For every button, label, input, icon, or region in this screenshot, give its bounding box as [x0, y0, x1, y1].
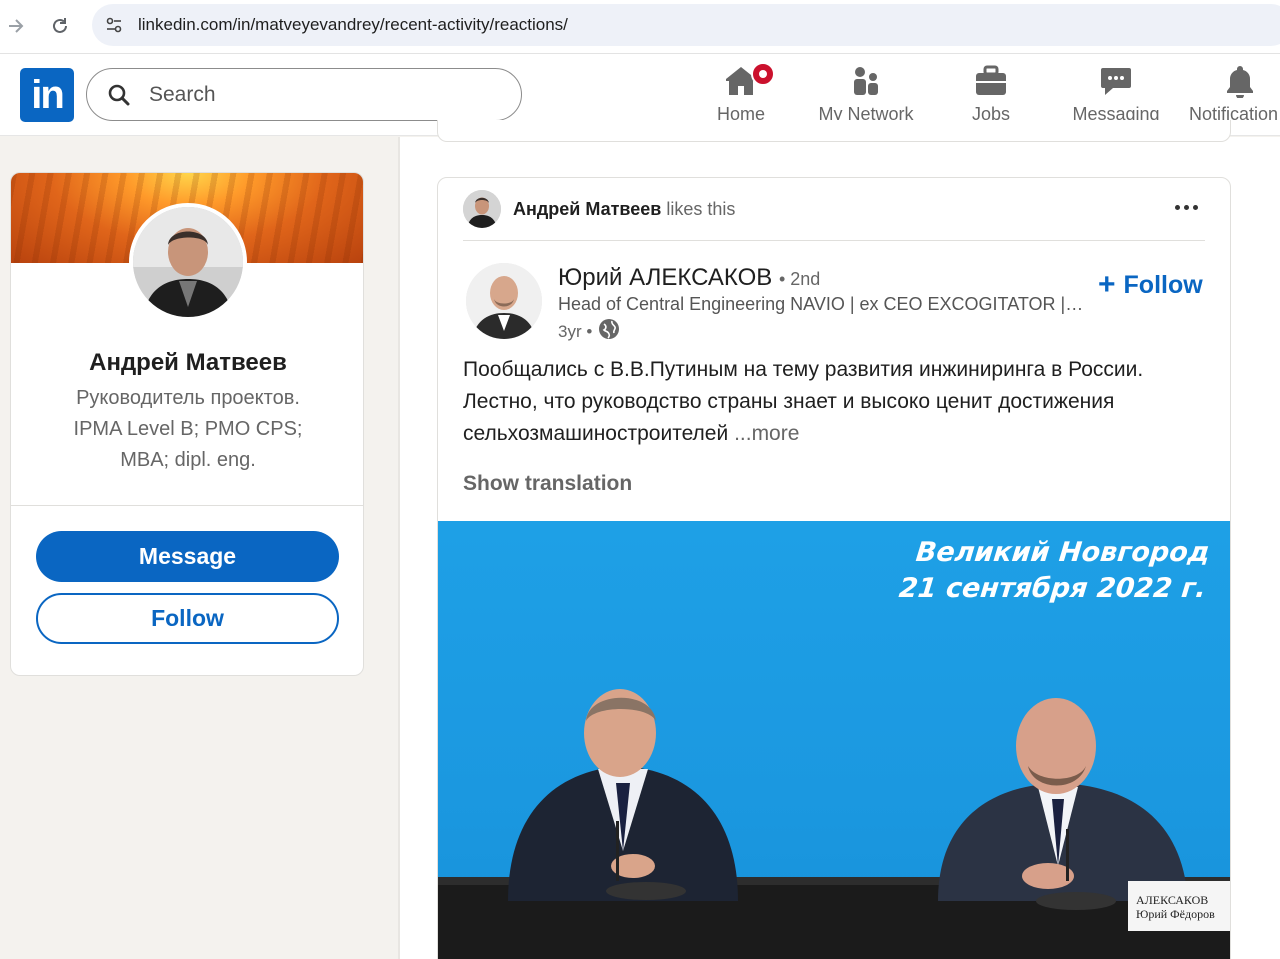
post-image[interactable]: Великий Новгород 21 сентября 2022 г. АЛЕ… — [438, 521, 1230, 959]
site-settings-icon[interactable] — [104, 15, 124, 35]
post-text: Пообщались с В.В.Путиным на тему развити… — [463, 354, 1203, 450]
briefcase-icon — [974, 64, 1008, 98]
author-headline: Head of Central Engineering NAVIO | ex C… — [558, 294, 1088, 314]
divider — [11, 505, 363, 506]
follow-author-button[interactable]: + Follow — [1098, 270, 1203, 300]
action-text: likes this — [666, 199, 736, 219]
bell-icon — [1223, 64, 1257, 99]
see-more-link[interactable]: ...more — [734, 422, 799, 445]
show-translation-button[interactable]: Show translation — [463, 472, 632, 496]
profile-headline: Руководитель проектов. IPMA Level B; PMO… — [73, 387, 303, 471]
post-meta: 3yr • — [558, 318, 620, 345]
more-options-icon[interactable] — [1168, 192, 1204, 222]
search-icon — [107, 83, 131, 107]
actor-name[interactable]: Андрей Матвеев — [513, 199, 661, 219]
author-avatar[interactable] — [466, 263, 542, 339]
author-name-text[interactable]: Юрий АЛЕКСАКОВ — [558, 264, 772, 291]
message-button[interactable]: Message — [36, 531, 339, 582]
search-bar[interactable] — [86, 68, 522, 121]
globe-icon — [598, 318, 620, 345]
actor-avatar[interactable] — [463, 190, 501, 228]
address-bar[interactable]: linkedin.com/in/matveyevandrey/recent-ac… — [92, 4, 1280, 46]
post-time: 3yr • — [558, 321, 593, 341]
connection-degree: • 2nd — [778, 269, 821, 289]
nameplate-line2: Юрий Фёдоров — [1136, 907, 1215, 921]
follow-author-label: Follow — [1123, 270, 1203, 299]
post-card: Андрей Матвеев likes this Юрий АЛЕКСАКОВ… — [437, 177, 1231, 959]
author-name[interactable]: Юрий АЛЕКСАКОВ • 2nd — [558, 264, 820, 292]
activity-line: Андрей Матвеев likes this — [513, 199, 735, 220]
nameplate-line1: АЛЕКСАКОВ — [1136, 893, 1209, 907]
reload-icon[interactable] — [46, 12, 74, 40]
search-input[interactable] — [149, 79, 489, 111]
people-icon — [849, 64, 883, 98]
profile-card: Андрей Матвеев Руководитель проектов. IP… — [10, 172, 364, 676]
divider — [463, 240, 1205, 241]
profile-avatar[interactable] — [129, 203, 247, 321]
linkedin-logo[interactable]: in — [20, 68, 74, 122]
post-body: Пообщались с В.В.Путиным на тему развити… — [463, 358, 1144, 445]
chat-icon — [1099, 64, 1133, 98]
browser-bar: linkedin.com/in/matveyevandrey/recent-ac… — [0, 0, 1280, 54]
url-text[interactable]: linkedin.com/in/matveyevandrey/recent-ac… — [138, 15, 568, 35]
forward-arrow-icon[interactable] — [2, 12, 30, 40]
nameplate: АЛЕКСАКОВ Юрий Фёдоров — [1136, 893, 1230, 921]
notification-badge — [751, 62, 775, 86]
plus-icon: + — [1098, 268, 1116, 301]
previous-post-card-edge — [437, 120, 1231, 142]
photo-scene — [438, 689, 1230, 959]
follow-button[interactable]: Follow — [36, 593, 339, 644]
profile-name[interactable]: Андрей Матвеев — [11, 349, 363, 377]
